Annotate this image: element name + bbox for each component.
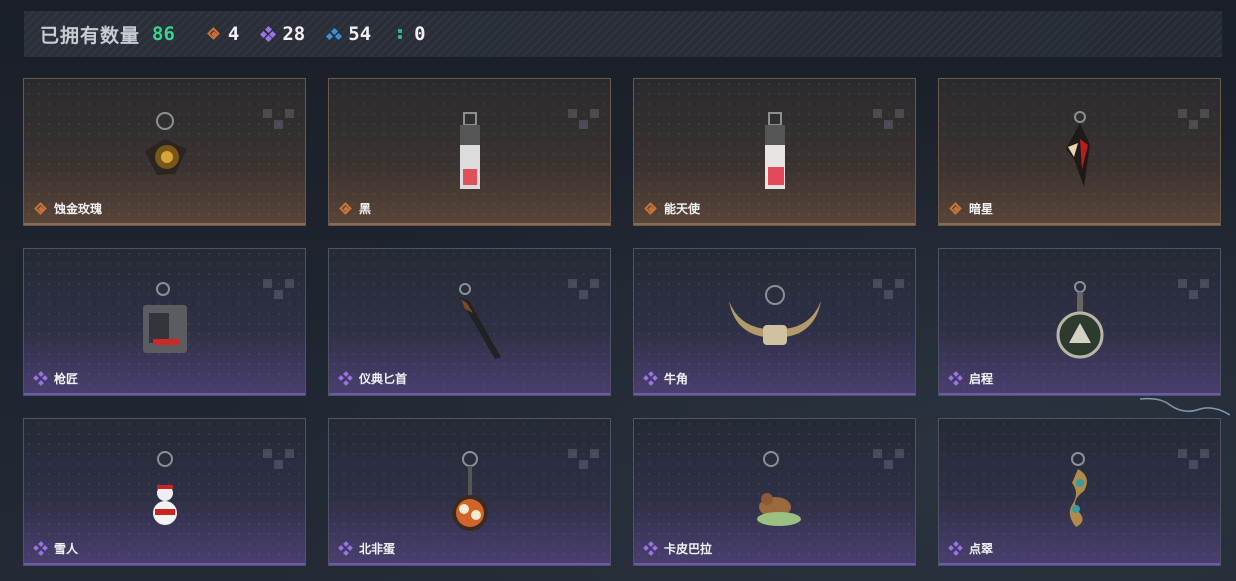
gold-diamond-icon	[34, 201, 48, 216]
owned-count-label: 已拥有数量	[40, 24, 141, 47]
charm-shakshuka-image	[445, 449, 495, 535]
item-name-label: 北非蛋	[359, 542, 396, 556]
card-pattern	[1178, 279, 1210, 311]
item-name-label: 点翠	[969, 542, 994, 556]
green-rarity-count: 0	[393, 23, 426, 45]
purple-diamond-icon	[33, 540, 48, 556]
charm-capybara-image	[747, 449, 803, 535]
item-name-label: 启程	[969, 372, 994, 386]
blue-count-value: 54	[348, 23, 372, 45]
gold-diamond-icon	[339, 201, 353, 216]
purple-diamond-icon	[33, 370, 48, 386]
collection-summary-bar: 已拥有数量 86 4 28 54 0	[24, 11, 1222, 57]
item-name-label: 卡皮巴拉	[664, 542, 713, 556]
card-pattern	[1178, 449, 1210, 481]
item-name-label: 蚀金玫瑰	[54, 202, 103, 216]
charm-card-black-image	[455, 109, 485, 195]
green-count-value: 0	[414, 23, 426, 45]
item-name: 牛角	[643, 370, 689, 387]
charm-snowman-image	[145, 449, 185, 535]
item-name: 点翠	[948, 540, 994, 557]
item-card[interactable]: 仪典匕首	[328, 248, 611, 396]
gold-diamond-icon	[949, 201, 963, 216]
item-card[interactable]: 能天使	[633, 78, 916, 226]
gold-diamond-icon	[644, 201, 658, 216]
card-pattern	[263, 109, 295, 141]
charm-kingfisher-image	[1058, 449, 1102, 535]
item-name-label: 暗星	[969, 202, 994, 216]
charm-depart-medal-image	[1055, 279, 1105, 365]
purple-diamond-icon	[948, 370, 963, 386]
card-pattern	[568, 279, 600, 311]
item-name: 能天使	[644, 200, 700, 217]
item-name-label: 牛角	[664, 372, 689, 386]
charm-gunsmith-image	[133, 279, 197, 365]
item-name-label: 仪典匕首	[359, 372, 408, 386]
purple-diamond-icon	[338, 540, 353, 556]
card-pattern	[263, 279, 295, 311]
blue-diamond-icon	[326, 27, 343, 41]
gold-count-value: 4	[227, 23, 240, 45]
item-card[interactable]: 启程	[938, 248, 1221, 396]
charm-ritual-dagger-image	[435, 279, 505, 365]
card-pattern	[873, 279, 905, 311]
charm-rose-image	[135, 109, 195, 193]
item-card[interactable]: 暗星	[938, 78, 1221, 226]
item-name-label: 枪匠	[54, 372, 79, 386]
purple-diamond-icon	[338, 370, 353, 386]
item-name: 黑	[339, 200, 371, 217]
purple-rarity-count: 28	[260, 23, 306, 45]
item-card[interactable]: 蚀金玫瑰	[23, 78, 306, 226]
card-pattern	[263, 449, 295, 481]
item-name: 北非蛋	[338, 540, 396, 557]
item-name: 枪匠	[33, 370, 79, 387]
item-name-label: 黑	[359, 202, 372, 216]
card-pattern	[568, 109, 600, 141]
item-name: 启程	[948, 370, 994, 387]
gold-rarity-count: 4	[207, 23, 239, 45]
charm-bull-horn-image	[725, 273, 825, 361]
card-pattern	[873, 109, 905, 141]
item-card[interactable]: 牛角	[633, 248, 916, 396]
lightning-effect	[1140, 397, 1230, 416]
item-card[interactable]: 北非蛋	[328, 418, 611, 566]
item-card[interactable]: 卡皮巴拉	[633, 418, 916, 566]
item-name: 暗星	[949, 200, 993, 217]
card-pattern	[873, 449, 905, 481]
green-dots-icon	[393, 27, 407, 41]
item-name-label: 能天使	[664, 202, 701, 216]
charm-dark-star-image	[1060, 109, 1100, 195]
purple-count-value: 28	[282, 23, 306, 45]
gold-diamond-icon	[207, 27, 221, 41]
item-card[interactable]: 枪匠	[23, 248, 306, 396]
blue-rarity-count: 54	[326, 23, 372, 45]
card-pattern	[568, 449, 600, 481]
owned-count-value: 86	[152, 23, 175, 45]
purple-diamond-icon	[643, 370, 658, 386]
card-pattern	[1178, 109, 1210, 141]
purple-diamond-icon	[948, 540, 963, 556]
item-name: 卡皮巴拉	[643, 540, 713, 557]
item-name: 蚀金玫瑰	[34, 200, 102, 217]
item-name: 仪典匕首	[338, 370, 408, 387]
item-name: 雪人	[33, 540, 79, 557]
item-name-label: 雪人	[54, 542, 79, 556]
purple-diamond-icon	[260, 25, 277, 43]
charm-card-exusiai-image	[760, 109, 790, 195]
purple-diamond-icon	[643, 540, 658, 556]
item-card[interactable]: 雪人	[23, 418, 306, 566]
item-card[interactable]: 黑	[328, 78, 611, 226]
